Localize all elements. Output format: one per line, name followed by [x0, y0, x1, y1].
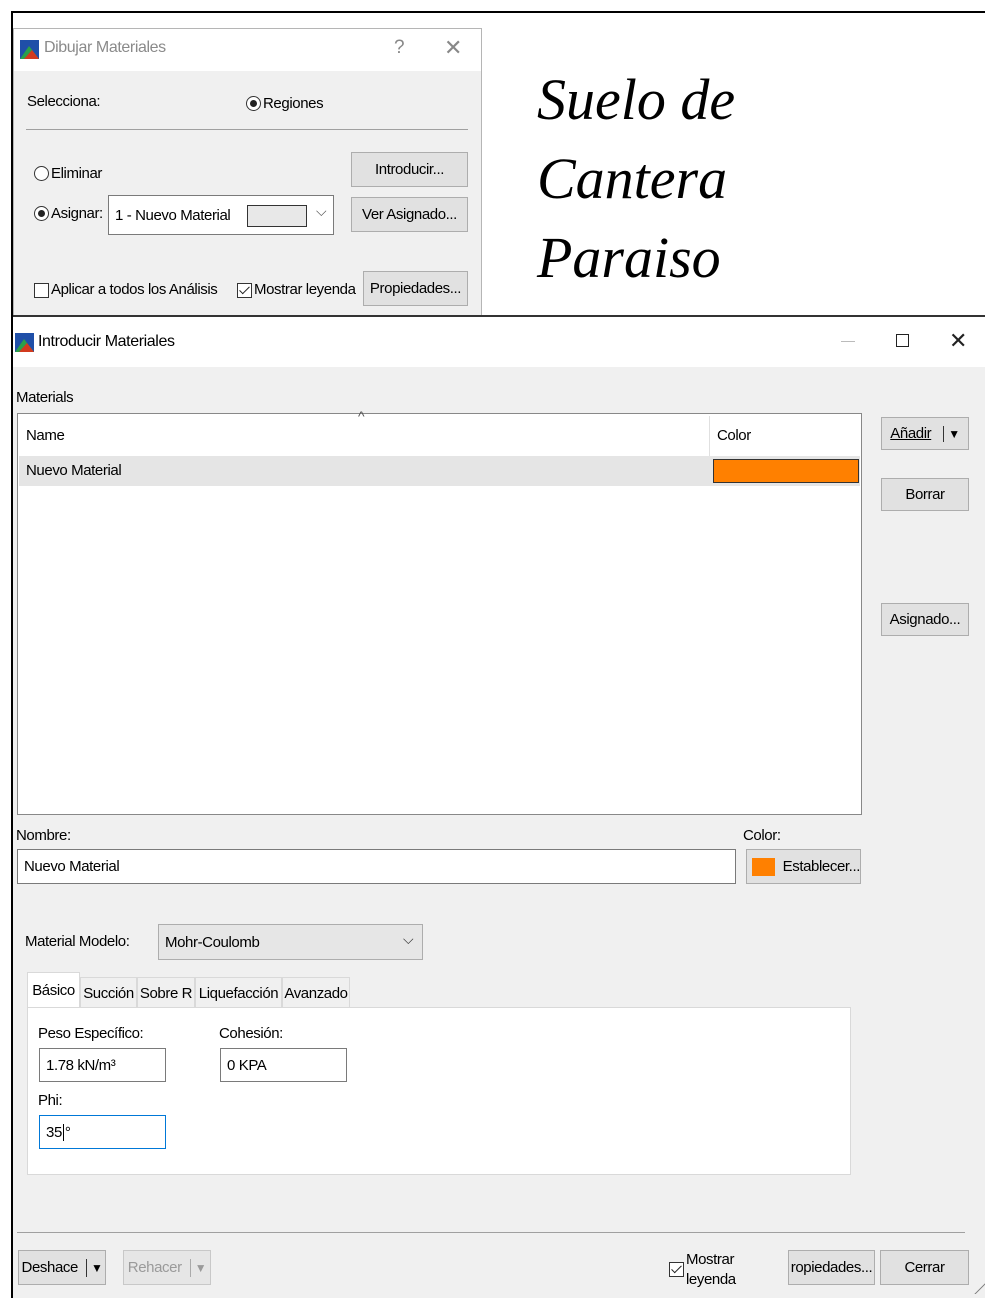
cohesion-label: Cohesión:: [219, 1025, 283, 1042]
ver-asignado-button[interactable]: Ver Asignado...: [351, 197, 468, 232]
tab-basico[interactable]: Básico: [27, 972, 80, 1008]
mostrar-leyenda-checkbox[interactable]: [669, 1262, 684, 1277]
material-select[interactable]: 1 - Nuevo Material ⌵: [108, 195, 334, 235]
text-cursor: [62, 1123, 64, 1141]
column-divider: [709, 416, 710, 456]
rehacer-button[interactable]: Rehacer ▼: [123, 1250, 211, 1285]
propiedades-button-top[interactable]: Propiedades...: [363, 271, 468, 306]
phi-unit: °: [64, 1123, 71, 1141]
peso-label: Peso Específico:: [38, 1025, 144, 1042]
color-label: Color:: [743, 827, 781, 844]
phi-label: Phi:: [38, 1092, 63, 1109]
establecer-button[interactable]: Establecer...: [746, 849, 861, 884]
material-color-swatch: [247, 205, 307, 227]
materials-table: ^ Name Color Nuevo Material: [17, 408, 862, 815]
color-swatch: [752, 857, 775, 876]
deshace-label: Deshace: [21, 1259, 79, 1276]
heading-line-3: Paraiso: [537, 225, 721, 290]
dropdown-arrow-icon: ▼: [194, 1260, 207, 1275]
split-divider: [189, 1258, 191, 1277]
selecciona-label: Selecciona:: [27, 93, 101, 110]
aplicar-label: Aplicar a todos los Análisis: [51, 281, 218, 298]
heading-line-2: Cantera: [537, 146, 728, 211]
rehacer-label: Rehacer: [127, 1259, 182, 1276]
bottom-separator: [17, 1232, 965, 1233]
materials-label: Materials: [16, 389, 74, 406]
propiedades-button[interactable]: ropiedades...: [788, 1250, 875, 1285]
column-header-color[interactable]: Color: [717, 427, 751, 444]
heading-line-1: Suelo de: [537, 67, 736, 132]
cohesion-input[interactable]: 0 KPA: [220, 1048, 347, 1082]
dropdown-arrow-icon: ▼: [90, 1260, 103, 1275]
column-header-name[interactable]: Name: [26, 427, 65, 444]
table-row[interactable]: Nuevo Material: [19, 456, 860, 486]
row-name-cell: Nuevo Material: [26, 462, 122, 479]
peso-input[interactable]: 1.78 kN/m³: [39, 1048, 166, 1082]
material-modelo-label: Material Modelo:: [25, 933, 130, 950]
row-color-cell: [713, 459, 859, 483]
dialog-title: Dibujar Materiales: [44, 39, 166, 56]
dialog-title: Introducir Materiales: [38, 333, 175, 350]
close-icon[interactable]: ✕: [444, 35, 462, 61]
anadir-label: Añadir: [890, 425, 932, 442]
dibujar-materiales-dialog: Dibujar Materiales ? ✕ Selecciona: Regio…: [13, 28, 482, 318]
tab-sobre-r[interactable]: Sobre R: [137, 977, 195, 1008]
chevron-down-icon: ⌵: [403, 931, 414, 947]
deshace-button[interactable]: Deshace ▼: [18, 1250, 106, 1285]
split-divider: [85, 1258, 87, 1277]
regiones-radio[interactable]: [246, 96, 261, 111]
nombre-label: Nombre:: [16, 827, 71, 844]
mostrar-line: Mostrar: [686, 1251, 735, 1268]
app-icon: [20, 40, 39, 59]
eliminar-radio[interactable]: [34, 166, 49, 181]
maximize-icon[interactable]: [896, 334, 909, 347]
leyenda-line: leyenda: [686, 1271, 736, 1288]
outer-frame-top: [11, 11, 985, 13]
aplicar-checkbox[interactable]: [34, 283, 49, 298]
mostrar-leyenda-label: Mostrar leyenda: [686, 1250, 736, 1290]
introducir-materiales-dialog: Introducir Materiales ✕ Materials ^ Name…: [13, 315, 985, 1298]
establecer-label: Establecer...: [782, 858, 860, 875]
material-modelo-value: Mohr-Coulomb: [165, 933, 260, 951]
material-select-value: 1 - Nuevo Material: [115, 206, 231, 224]
question-icon[interactable]: ?: [394, 37, 405, 59]
app-icon: [15, 333, 34, 352]
phi-value: 35: [46, 1123, 62, 1141]
chevron-down-icon: ⌵: [316, 203, 327, 219]
material-modelo-select[interactable]: Mohr-Coulomb ⌵: [158, 924, 423, 960]
close-icon[interactable]: ✕: [949, 328, 967, 354]
split-divider: [943, 425, 945, 442]
asignar-label: Asignar:: [51, 205, 103, 222]
resize-grip-icon[interactable]: [973, 1282, 985, 1294]
tab-succion[interactable]: Succión: [80, 977, 137, 1008]
minimize-icon[interactable]: [841, 341, 855, 342]
nombre-input[interactable]: Nuevo Material: [17, 849, 736, 884]
dropdown-arrow-icon: ▼: [948, 426, 960, 441]
page-heading: Suelo de Cantera Paraiso: [537, 60, 977, 297]
sort-arrow-icon: ^: [358, 408, 365, 424]
regiones-label: Regiones: [263, 95, 324, 112]
asignar-radio[interactable]: [34, 206, 49, 221]
tab-panel: Peso Específico: 1.78 kN/m³ Cohesión: 0 …: [27, 1007, 851, 1175]
separator-line: [26, 129, 468, 130]
eliminar-label: Eliminar: [51, 165, 102, 182]
mostrar-leyenda-label: Mostrar leyenda: [254, 281, 356, 298]
anadir-button[interactable]: Añadir ▼: [881, 417, 969, 450]
asignado-button[interactable]: Asignado...: [881, 603, 969, 636]
tab-liquefaccion[interactable]: Liquefacción: [195, 977, 282, 1008]
borrar-button[interactable]: Borrar: [881, 478, 969, 511]
introducir-button[interactable]: Introducir...: [351, 152, 468, 187]
tab-avanzado[interactable]: Avanzado: [282, 977, 350, 1008]
phi-input[interactable]: 35 °: [39, 1115, 166, 1149]
cerrar-button[interactable]: Cerrar: [880, 1250, 969, 1285]
mostrar-leyenda-checkbox[interactable]: [237, 283, 252, 298]
